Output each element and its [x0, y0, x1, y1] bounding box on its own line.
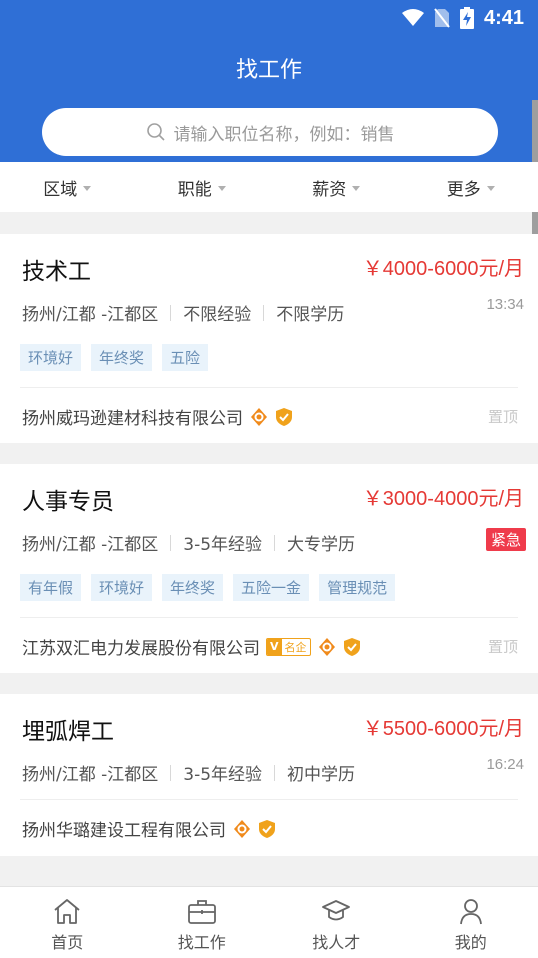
- chevron-down-icon: [352, 186, 361, 191]
- divider: [170, 304, 172, 321]
- divider: [170, 764, 172, 781]
- job-meta: 扬州/江都 -江都区 不限经验 不限学历: [22, 300, 344, 325]
- divider: [170, 534, 172, 551]
- chevron-down-icon: [83, 186, 92, 191]
- medal-icon: [249, 407, 269, 427]
- divider: [274, 534, 276, 551]
- job-location: 扬州/江都 -江都区: [22, 765, 159, 785]
- medal-icon: [232, 819, 252, 839]
- job-tag: 有年假: [20, 574, 82, 601]
- search-placeholder: 请输入职位名称，例如：销售: [173, 124, 395, 145]
- status-time: 4:41: [483, 6, 524, 29]
- job-time: 16:24: [486, 756, 524, 773]
- company-name: 江苏双汇电力发展股份有限公司: [22, 639, 260, 659]
- divider: [20, 387, 518, 388]
- job-tag: 五险一金: [233, 574, 310, 601]
- job-salary: ￥3000-4000元/月: [362, 488, 524, 510]
- home-icon: [52, 897, 82, 925]
- job-title: 埋弧焊工: [22, 719, 114, 745]
- filter-more[interactable]: 更多: [404, 175, 538, 200]
- job-experience: 不限经验: [183, 305, 252, 325]
- verified-shield-icon: [343, 637, 361, 657]
- job-tag: 年终奖: [162, 574, 224, 601]
- job-card[interactable]: 技术工 ￥4000-6000元/月 扬州/江都 -江都区 不限经验 不限学历 1…: [0, 234, 538, 443]
- tab-find-job[interactable]: 找工作: [135, 887, 270, 958]
- status-bar: 4:41: [401, 0, 538, 36]
- filter-salary[interactable]: 薪资: [269, 175, 404, 200]
- job-tags: 有年假 环境好 年终奖 五险一金 管理规范: [20, 574, 396, 601]
- page-title: 找工作: [235, 58, 302, 83]
- bottom-tab-bar: 首页 找工作 找人才 我的: [0, 886, 538, 958]
- job-education: 初中学历: [287, 765, 356, 785]
- famous-company-badge: V 名企: [266, 637, 311, 656]
- job-tag: 五险: [162, 344, 209, 371]
- tab-label: 首页: [51, 933, 84, 952]
- chevron-down-icon: [486, 186, 495, 191]
- company-name: 扬州华璐建设工程有限公司: [22, 821, 226, 841]
- job-salary: ￥4000-6000元/月: [362, 258, 524, 280]
- job-tag: 环境好: [20, 344, 82, 371]
- tab-label: 找工作: [177, 933, 226, 952]
- tab-label: 我的: [454, 933, 487, 952]
- job-title: 人事专员: [22, 489, 114, 515]
- wifi-icon: [401, 9, 424, 27]
- no-sim-icon: [434, 8, 450, 28]
- job-title: 技术工: [22, 259, 91, 285]
- job-meta: 扬州/江都 -江都区 3-5年经验 初中学历: [22, 760, 355, 785]
- verified-shield-icon: [275, 407, 293, 427]
- search-input[interactable]: 请输入职位名称，例如：销售: [42, 108, 498, 156]
- job-experience: 3-5年经验: [183, 765, 263, 785]
- job-education: 大专学历: [287, 535, 356, 555]
- pinned-label: 置顶: [487, 638, 518, 656]
- user-icon: [456, 897, 486, 925]
- medal-icon: [317, 637, 337, 657]
- graduation-cap-icon: [321, 897, 351, 925]
- job-tag: 年终奖: [91, 344, 153, 371]
- divider: [20, 617, 518, 618]
- job-experience: 3-5年经验: [183, 535, 263, 555]
- job-time: 13:34: [486, 296, 524, 313]
- tab-label: 找人才: [312, 933, 361, 952]
- company-row: 扬州华璐建设工程有限公司: [22, 816, 276, 841]
- tab-find-talent[interactable]: 找人才: [269, 887, 404, 958]
- job-card[interactable]: 人事专员 ￥3000-4000元/月 扬州/江都 -江都区 3-5年经验 大专学…: [0, 464, 538, 673]
- divider: [274, 764, 276, 781]
- filter-region[interactable]: 区域: [0, 175, 135, 200]
- job-tag: 环境好: [91, 574, 153, 601]
- job-location: 扬州/江都 -江都区: [22, 305, 159, 325]
- briefcase-icon: [187, 897, 217, 925]
- job-tags: 环境好 年终奖 五险: [20, 344, 209, 371]
- tab-mine[interactable]: 我的: [404, 887, 538, 958]
- filter-function[interactable]: 职能: [135, 175, 270, 200]
- verified-shield-icon: [258, 819, 276, 839]
- urgent-badge: 紧急: [485, 528, 526, 551]
- app-header: 4:41 找工作 请输入职位名称，例如：销售: [0, 0, 538, 162]
- company-name: 扬州威玛逊建材科技有限公司: [22, 409, 243, 429]
- job-card[interactable]: 埋弧焊工 ￥5500-6000元/月 扬州/江都 -江都区 3-5年经验 初中学…: [0, 694, 538, 856]
- chevron-down-icon: [217, 186, 226, 191]
- search-icon: [146, 122, 166, 142]
- tab-home[interactable]: 首页: [0, 887, 135, 958]
- divider: [263, 304, 265, 321]
- job-education: 不限学历: [276, 305, 345, 325]
- pinned-label: 置顶: [487, 408, 518, 426]
- filter-bar: 区域 职能 薪资 更多: [0, 162, 538, 212]
- company-row: 江苏双汇电力发展股份有限公司 V 名企: [22, 634, 361, 659]
- job-location: 扬州/江都 -江都区: [22, 535, 159, 555]
- battery-charging-icon: [459, 7, 474, 29]
- job-tag: 管理规范: [319, 574, 396, 601]
- divider: [20, 799, 518, 800]
- job-salary: ￥5500-6000元/月: [362, 718, 524, 740]
- company-row: 扬州威玛逊建材科技有限公司: [22, 404, 293, 429]
- job-meta: 扬州/江都 -江都区 3-5年经验 大专学历: [22, 530, 355, 555]
